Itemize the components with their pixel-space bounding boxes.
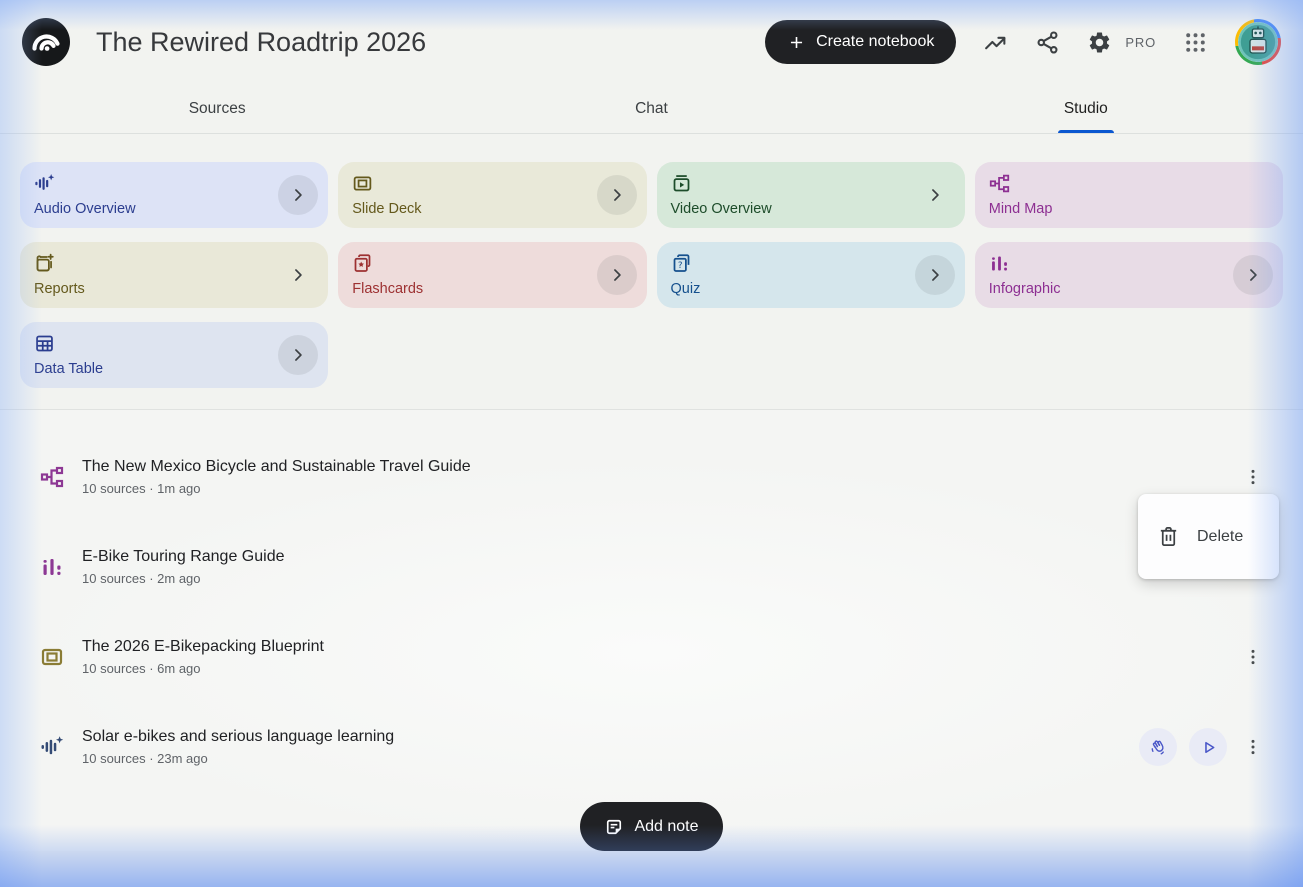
interactive-mode-hand-icon[interactable]: [1139, 728, 1177, 766]
slide-deck-icon: [352, 173, 632, 194]
studio-card-video-overview[interactable]: Video Overview: [657, 162, 965, 228]
studio-card-data-table[interactable]: Data Table: [20, 322, 328, 388]
artifact-meta: 10 sources · 1m ago: [82, 481, 1239, 496]
infographic-icon: [989, 253, 1269, 274]
notebooklm-logo-icon[interactable]: [22, 18, 70, 66]
play-icon[interactable]: [1189, 728, 1227, 766]
video-overview-icon: [671, 173, 951, 194]
slide-deck-icon: [40, 645, 64, 669]
artifact-text: Solar e-bikes and serious language learn…: [82, 728, 1139, 766]
flashcards-icon: [352, 253, 632, 274]
chevron-right-icon[interactable]: [1233, 255, 1273, 295]
tab-chat-label: Chat: [635, 100, 668, 118]
app-header: The Rewired Roadtrip 2026 Create noteboo…: [0, 0, 1303, 84]
active-tab-underline: [1058, 130, 1114, 133]
chevron-right-icon[interactable]: [278, 255, 318, 295]
studio-artifact-list: The New Mexico Bicycle and Sustainable T…: [0, 409, 1303, 851]
panel-tabbar: Sources Chat Studio: [0, 84, 1303, 134]
artifact-title: The 2026 E-Bikepacking Blueprint: [82, 638, 1239, 656]
data-table-icon: [34, 333, 314, 354]
audio-waveform-sparkle-icon: [34, 173, 314, 194]
artifact-row-infographic[interactable]: E-Bike Touring Range Guide 10 sources · …: [0, 522, 1303, 612]
notebooklm-window: The Rewired Roadtrip 2026 Create noteboo…: [0, 0, 1303, 887]
artifact-title: The New Mexico Bicycle and Sustainable T…: [82, 458, 1239, 476]
studio-card-flashcards[interactable]: Flashcards: [338, 242, 646, 308]
apps-grid-icon[interactable]: [1183, 30, 1208, 55]
add-note-button[interactable]: Add note: [580, 802, 722, 851]
tab-chat[interactable]: Chat: [434, 84, 868, 133]
chevron-right-icon[interactable]: [278, 175, 318, 215]
notebook-title[interactable]: The Rewired Roadtrip 2026: [96, 27, 765, 58]
analytics-icon[interactable]: [983, 30, 1008, 55]
chevron-right-icon[interactable]: [278, 335, 318, 375]
artifact-row-slide-deck[interactable]: The 2026 E-Bikepacking Blueprint 10 sour…: [0, 612, 1303, 702]
mind-map-icon: [989, 173, 1269, 194]
studio-card-reports[interactable]: Reports: [20, 242, 328, 308]
mind-map-icon: [40, 465, 64, 489]
artifact-meta: 10 sources · 2m ago: [82, 571, 1239, 586]
artifact-text: The 2026 E-Bikepacking Blueprint 10 sour…: [82, 638, 1239, 676]
card-label: Quiz: [671, 281, 951, 297]
add-note-label: Add note: [634, 818, 698, 836]
header-actions: Create notebook PRO: [765, 19, 1281, 65]
card-label: Mind Map: [989, 201, 1269, 217]
card-label: Data Table: [34, 361, 314, 377]
share-icon[interactable]: [1035, 30, 1060, 55]
artifact-title: Solar e-bikes and serious language learn…: [82, 728, 1139, 746]
create-notebook-label: Create notebook: [816, 33, 934, 51]
pro-badge: PRO: [1125, 35, 1156, 50]
card-label: Reports: [34, 281, 314, 297]
delete-menu-item[interactable]: Delete: [1197, 528, 1243, 546]
reports-icon: [34, 253, 314, 274]
card-label: Slide Deck: [352, 201, 632, 217]
artifact-text: E-Bike Touring Range Guide 10 sources · …: [82, 548, 1239, 586]
infographic-icon: [40, 555, 64, 579]
artifact-row-mind-map[interactable]: The New Mexico Bicycle and Sustainable T…: [0, 432, 1303, 522]
tab-sources-label: Sources: [189, 100, 246, 118]
account-avatar[interactable]: [1235, 19, 1281, 65]
trash-icon: [1157, 525, 1180, 548]
studio-card-audio-overview[interactable]: Audio Overview: [20, 162, 328, 228]
quiz-icon: ?: [671, 253, 951, 274]
note-icon: [604, 817, 624, 837]
tab-studio-label: Studio: [1064, 100, 1108, 118]
more-options-icon[interactable]: [1239, 733, 1267, 761]
studio-card-infographic[interactable]: Infographic: [975, 242, 1283, 308]
card-label: Flashcards: [352, 281, 632, 297]
create-notebook-button[interactable]: Create notebook: [765, 20, 956, 64]
chevron-right-icon[interactable]: [915, 255, 955, 295]
add-note-row: Add note: [0, 802, 1303, 851]
artifact-meta: 10 sources · 23m ago: [82, 751, 1139, 766]
card-label: Infographic: [989, 281, 1269, 297]
settings-gear-icon[interactable]: [1087, 30, 1112, 55]
card-label: Video Overview: [671, 201, 951, 217]
tab-studio[interactable]: Studio: [869, 84, 1303, 133]
artifact-row-audio-overview[interactable]: Solar e-bikes and serious language learn…: [0, 702, 1303, 792]
plus-icon: [787, 33, 806, 52]
tab-sources[interactable]: Sources: [0, 84, 434, 133]
studio-card-mind-map[interactable]: Mind Map: [975, 162, 1283, 228]
chevron-right-icon[interactable]: [597, 175, 637, 215]
chevron-right-icon[interactable]: [915, 175, 955, 215]
context-menu: Delete: [1138, 494, 1279, 579]
audio-waveform-sparkle-icon: [40, 735, 64, 759]
card-label: Audio Overview: [34, 201, 314, 217]
more-options-icon[interactable]: [1239, 643, 1267, 671]
more-options-icon[interactable]: [1239, 463, 1267, 491]
svg-text:?: ?: [677, 261, 682, 271]
studio-card-slide-deck[interactable]: Slide Deck: [338, 162, 646, 228]
artifact-title: E-Bike Touring Range Guide: [82, 548, 1239, 566]
artifact-text: The New Mexico Bicycle and Sustainable T…: [82, 458, 1239, 496]
studio-card-grid: Audio Overview Slide Deck Video Overview…: [0, 134, 1303, 409]
artifact-meta: 10 sources · 6m ago: [82, 661, 1239, 676]
chevron-right-icon[interactable]: [597, 255, 637, 295]
studio-card-quiz[interactable]: ? Quiz: [657, 242, 965, 308]
